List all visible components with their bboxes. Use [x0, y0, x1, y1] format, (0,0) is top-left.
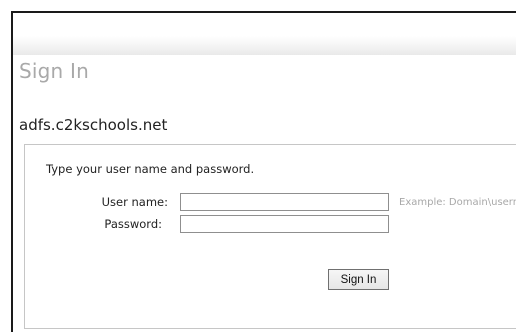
username-input[interactable]	[180, 193, 389, 211]
header-band	[13, 13, 516, 55]
page-title: Sign In	[19, 59, 89, 83]
sign-in-form: Type your user name and password. User n…	[24, 144, 516, 329]
password-label: Password:	[104, 217, 162, 231]
form-instructions: Type your user name and password.	[46, 162, 255, 176]
browser-content-frame: Sign In adfs.c2kschools.net Type your us…	[11, 11, 516, 332]
username-example-hint: Example: Domain\username	[399, 197, 516, 208]
domain-heading: adfs.c2kschools.net	[19, 116, 168, 134]
password-input[interactable]	[180, 215, 389, 233]
username-label: User name:	[101, 195, 168, 209]
sign-in-button[interactable]: Sign In	[328, 269, 389, 290]
